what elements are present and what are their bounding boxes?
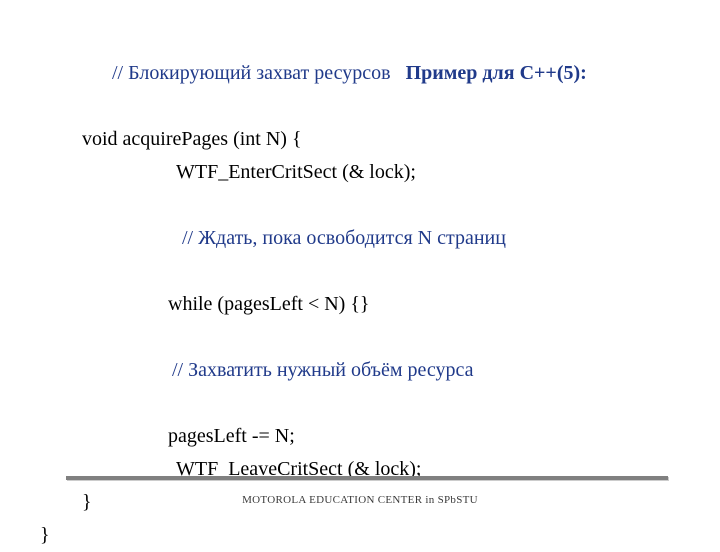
title-comment: // Блокирующий захват ресурсов [112,62,406,84]
code-comment-grab: // Захватить нужный объём ресурса [32,321,688,420]
code-line-fn: void acquirePages (int N) { [32,123,688,156]
code-block: // Блокирующий захват ресурсов Пример дл… [32,24,688,552]
code-line-leave: WTF_LeaveCritSect (& lock); [32,453,688,486]
title-bold: Пример для С++(5): [406,62,587,84]
code-line-enter: WTF_EnterCritSect (& lock); [32,156,688,189]
code-line-while: while (pagesLeft < N) {} [32,288,688,321]
footer-rule [66,476,668,480]
slide: // Блокирующий захват ресурсов Пример дл… [0,0,720,540]
code-comment-wait: // Ждать, пока освободится N страниц [32,189,688,288]
footer-text: MOTOROLA EDUCATION CENTER in SPbSTU [0,494,720,506]
comment-grab-text: // Захватить нужный объём ресурса [172,359,474,381]
code-line-decrement: pagesLeft -= N; [32,420,688,453]
code-brace-outer: } [32,519,688,552]
comment-wait-text: // Ждать, пока освободится N страниц [182,227,506,249]
title-line: // Блокирующий захват ресурсов Пример дл… [32,24,688,123]
